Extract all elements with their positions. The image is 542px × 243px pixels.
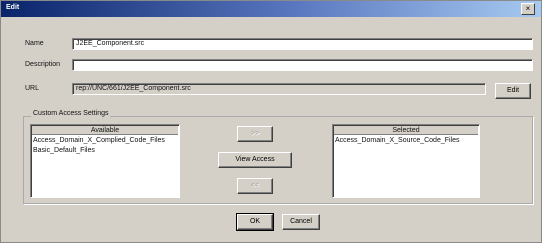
- selected-list[interactable]: Selected Access_Domain_X_Source_Code_Fil…: [332, 124, 480, 198]
- available-list[interactable]: Available Access_Domain_X_Complied_Code_…: [30, 124, 180, 198]
- edit-dialog: Edit × Name J2EE_Component.src Descripti…: [0, 0, 542, 243]
- url-label: URL: [25, 85, 40, 92]
- url-field: rep://UNC/661/J2EE_Component.src: [72, 83, 486, 95]
- close-icon: ×: [525, 4, 531, 13]
- selected-header: Selected: [334, 126, 478, 135]
- cancel-button[interactable]: Cancel: [282, 214, 320, 230]
- description-label: Description: [25, 61, 61, 68]
- add-access-button[interactable]: >>: [237, 126, 273, 142]
- selected-item[interactable]: Access_Domain_X_Source_Code_Files: [333, 136, 479, 146]
- name-field[interactable]: J2EE_Component.src: [72, 38, 533, 50]
- view-access-button[interactable]: View Access: [218, 152, 292, 168]
- available-item[interactable]: Basic_Default_Files: [31, 146, 179, 156]
- custom-access-title: Custom Access Settings: [31, 110, 111, 117]
- window-title: Edit: [6, 4, 20, 11]
- title-bar[interactable]: Edit ×: [1, 1, 541, 17]
- available-item[interactable]: Access_Domain_X_Complied_Code_Files: [31, 136, 179, 146]
- remove-access-button[interactable]: <<: [237, 178, 273, 194]
- description-field[interactable]: [72, 59, 533, 71]
- close-button[interactable]: ×: [521, 3, 535, 15]
- ok-button[interactable]: OK: [236, 213, 274, 231]
- available-header: Available: [32, 126, 178, 135]
- name-label: Name: [25, 40, 44, 47]
- edit-url-button[interactable]: Edit: [495, 83, 531, 99]
